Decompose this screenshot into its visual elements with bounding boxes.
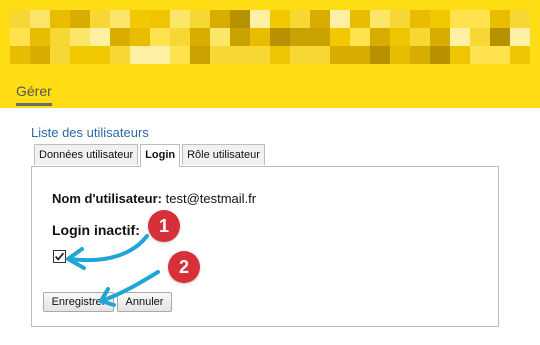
cancel-button[interactable]: Annuler: [117, 292, 172, 312]
step-badge-2: 2: [168, 251, 200, 283]
step-badge-1: 1: [148, 210, 180, 242]
tab-bar: Données utilisateur Login Rôle utilisate…: [34, 144, 267, 167]
inactive-label: Login inactif:: [52, 222, 140, 238]
username-row: Nom d'utilisateur: test@testmail.fr: [52, 191, 256, 206]
header-banner: Gérer: [0, 0, 540, 108]
tab-user-role[interactable]: Rôle utilisateur: [182, 144, 265, 165]
user-list-link[interactable]: Liste des utilisateurs: [31, 125, 149, 140]
username-value: test@testmail.fr: [165, 191, 257, 206]
save-button[interactable]: Enregistrer: [43, 292, 114, 312]
username-label: Nom d'utilisateur:: [52, 191, 162, 206]
nav-tab-manage[interactable]: Gérer: [16, 84, 52, 106]
redacted-title-image: [10, 10, 530, 65]
inactive-checkbox[interactable]: [53, 250, 66, 263]
tab-user-data[interactable]: Données utilisateur: [34, 144, 139, 165]
tab-login[interactable]: Login: [140, 144, 181, 167]
